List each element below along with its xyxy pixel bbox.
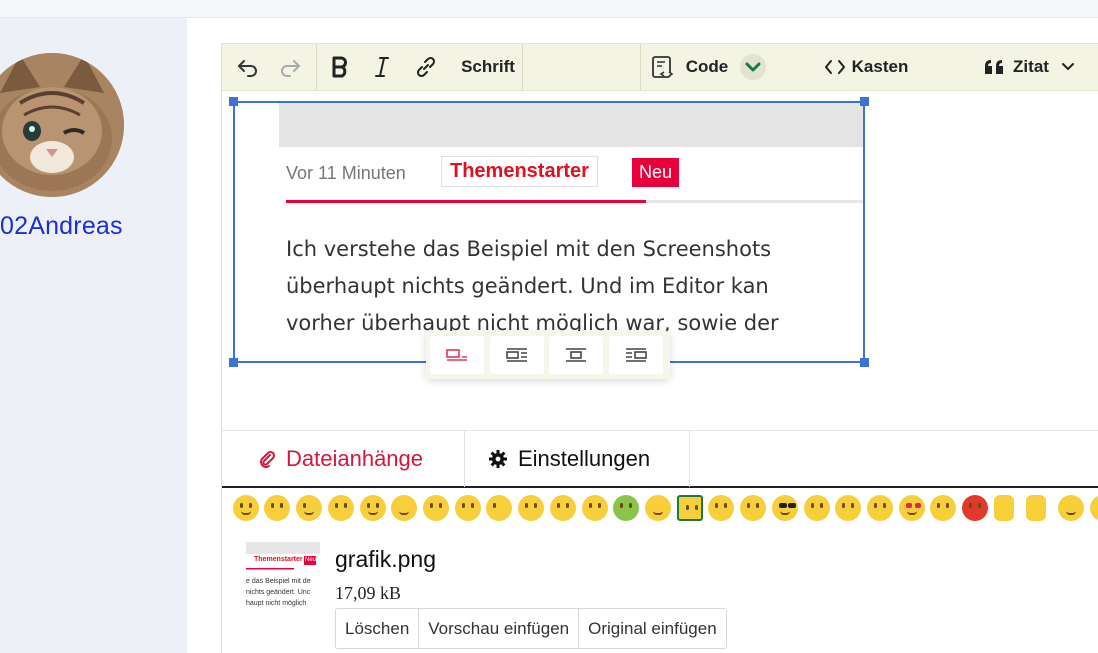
resize-handle-bl[interactable] <box>229 358 238 367</box>
thumbs-down-icon[interactable] <box>994 495 1014 521</box>
unamused-emoji-icon[interactable] <box>740 495 766 521</box>
align-right-icon[interactable] <box>609 336 663 374</box>
thumb-line: nichts geändert. Unc <box>246 589 311 596</box>
resize-handle-tr[interactable] <box>860 97 869 106</box>
editor-content[interactable]: Vor 11 Minuten Themenstarter Neu Ich ver… <box>222 91 1098 431</box>
thumb-line: haupt nicht möglich <box>246 600 307 607</box>
insert-preview-button[interactable]: Vorschau einfügen <box>419 609 580 648</box>
align-inline-icon[interactable] <box>430 336 484 374</box>
toolbar-divider <box>522 44 523 90</box>
screenshot-line: überhaupt nichts geändert. Und im Editor… <box>286 274 769 298</box>
more-emoji-icon[interactable] <box>1090 495 1098 521</box>
font-label: Schrift <box>461 57 515 76</box>
rage-emoji-icon[interactable] <box>962 495 988 521</box>
screenshot-text: Ich verstehe das Beispiel mit den Screen… <box>286 231 863 342</box>
post-editor: Schrift Code Kasten Zitat Vor 11 Minuten… <box>221 43 1098 653</box>
screenshot-header-bar <box>279 103 863 147</box>
thinking-emoji-icon[interactable] <box>677 495 703 521</box>
thumb-line: e das Beispiel mit de <box>246 578 311 585</box>
code-icon <box>651 56 674 78</box>
toolbar-divider <box>316 44 317 90</box>
heart-eyes-emoji-icon[interactable] <box>899 495 925 521</box>
laugh-emoji-icon[interactable] <box>391 495 417 521</box>
toolbar-divider <box>640 44 641 90</box>
tired-emoji-icon[interactable] <box>645 495 671 521</box>
attachment-actions: Löschen Vorschau einfügen Original einfü… <box>335 608 727 649</box>
frown-emoji-icon[interactable] <box>264 495 290 521</box>
avatar[interactable] <box>0 53 124 197</box>
align-left-icon[interactable] <box>490 336 544 374</box>
tab-divider <box>689 431 690 487</box>
code-label: Code <box>685 57 729 76</box>
eye-roll-emoji-icon[interactable] <box>867 495 893 521</box>
crying-emoji-icon[interactable] <box>423 495 449 521</box>
bold-icon[interactable] <box>320 44 360 90</box>
sunglasses-emoji-icon[interactable] <box>772 495 798 521</box>
upside-down-emoji-icon[interactable] <box>708 495 734 521</box>
user-sidebar: 02Andreas <box>0 18 187 653</box>
box-label: Kasten <box>851 57 909 76</box>
screenshot-new-badge: Neu <box>632 158 680 187</box>
undo-icon[interactable] <box>228 44 268 90</box>
image-align-toolbar <box>426 331 670 379</box>
gear-icon <box>489 450 507 468</box>
thumb-text: e das Beispiel mit de nichts geändert. U… <box>246 576 311 609</box>
emoji-bar <box>222 490 1098 524</box>
attachment-thumbnail[interactable]: Themenstarter Neu e das Beispiel mit de … <box>246 542 320 610</box>
tab-attachments[interactable]: Dateianhänge <box>258 431 423 487</box>
silly-emoji-icon[interactable] <box>550 495 576 521</box>
tab-divider <box>464 431 465 487</box>
attachment-filename: grafik.png <box>335 546 437 572</box>
worried-emoji-icon[interactable] <box>804 495 830 521</box>
tab-settings-label: Einstellungen <box>518 446 651 471</box>
code-button[interactable]: Code <box>646 44 770 90</box>
paperclip-icon <box>260 450 276 468</box>
thumb-starter-badge: Themenstarter <box>254 556 303 563</box>
screenshot-time: Vor 11 Minuten <box>286 163 406 183</box>
sick-emoji-icon[interactable] <box>613 495 639 521</box>
editor-toolbar: Schrift Code Kasten Zitat <box>222 43 1098 91</box>
align-center-icon[interactable] <box>549 336 603 374</box>
tongue-emoji-icon[interactable] <box>328 495 354 521</box>
quote-label: Zitat <box>1013 57 1049 76</box>
tab-settings[interactable]: Einstellungen <box>488 431 650 487</box>
top-strip <box>0 0 1098 18</box>
flushed-emoji-icon[interactable] <box>582 495 608 521</box>
confused-emoji-icon[interactable] <box>518 495 544 521</box>
quote-icon <box>985 60 1004 74</box>
thumb-new-badge: Neu <box>305 557 317 563</box>
resize-handle-tl[interactable] <box>229 97 238 106</box>
embedded-screenshot[interactable]: Vor 11 Minuten Themenstarter Neu Ich ver… <box>233 101 865 363</box>
screenshot-underline <box>286 200 646 203</box>
astonished-emoji-icon[interactable] <box>930 495 956 521</box>
sleeping-emoji-icon[interactable] <box>1058 495 1084 521</box>
screenshot-line: Ich verstehe das Beispiel mit den Screen… <box>286 237 772 261</box>
delete-button[interactable]: Löschen <box>336 609 420 648</box>
editor-tabs: Dateianhänge Einstellungen <box>222 430 1098 488</box>
italic-icon[interactable] <box>362 44 402 90</box>
font-button[interactable]: Schrift <box>454 44 522 90</box>
wink-emoji-icon[interactable] <box>296 495 322 521</box>
redo-icon[interactable] <box>270 44 310 90</box>
link-icon[interactable] <box>406 44 446 90</box>
quote-button[interactable]: Zitat <box>974 44 1084 90</box>
smile-emoji-icon[interactable] <box>233 495 259 521</box>
screenshot-underline-rest <box>646 200 863 203</box>
attachment-item: Themenstarter Neu e das Beispiel mit de … <box>222 533 1098 653</box>
box-button[interactable]: Kasten <box>818 44 914 90</box>
chevron-down-icon[interactable] <box>740 54 767 80</box>
kiss-emoji-icon[interactable] <box>486 495 512 521</box>
insert-original-button[interactable]: Original einfügen <box>579 609 726 648</box>
attachment-filesize: 17,09 kB <box>335 583 402 603</box>
tab-attachments-label: Dateianhänge <box>286 446 424 471</box>
surprised-emoji-icon[interactable] <box>835 495 861 521</box>
thumbs-up-icon[interactable] <box>1026 495 1046 521</box>
chevron-down-icon <box>1061 63 1074 71</box>
resize-handle-br[interactable] <box>860 358 869 367</box>
screenshot-starter-badge: Themenstarter <box>441 156 598 187</box>
grin-emoji-icon[interactable] <box>360 495 386 521</box>
angry-face-emoji-icon[interactable] <box>455 495 481 521</box>
username[interactable]: 02Andreas <box>0 212 123 241</box>
code-brackets-icon <box>824 60 845 74</box>
